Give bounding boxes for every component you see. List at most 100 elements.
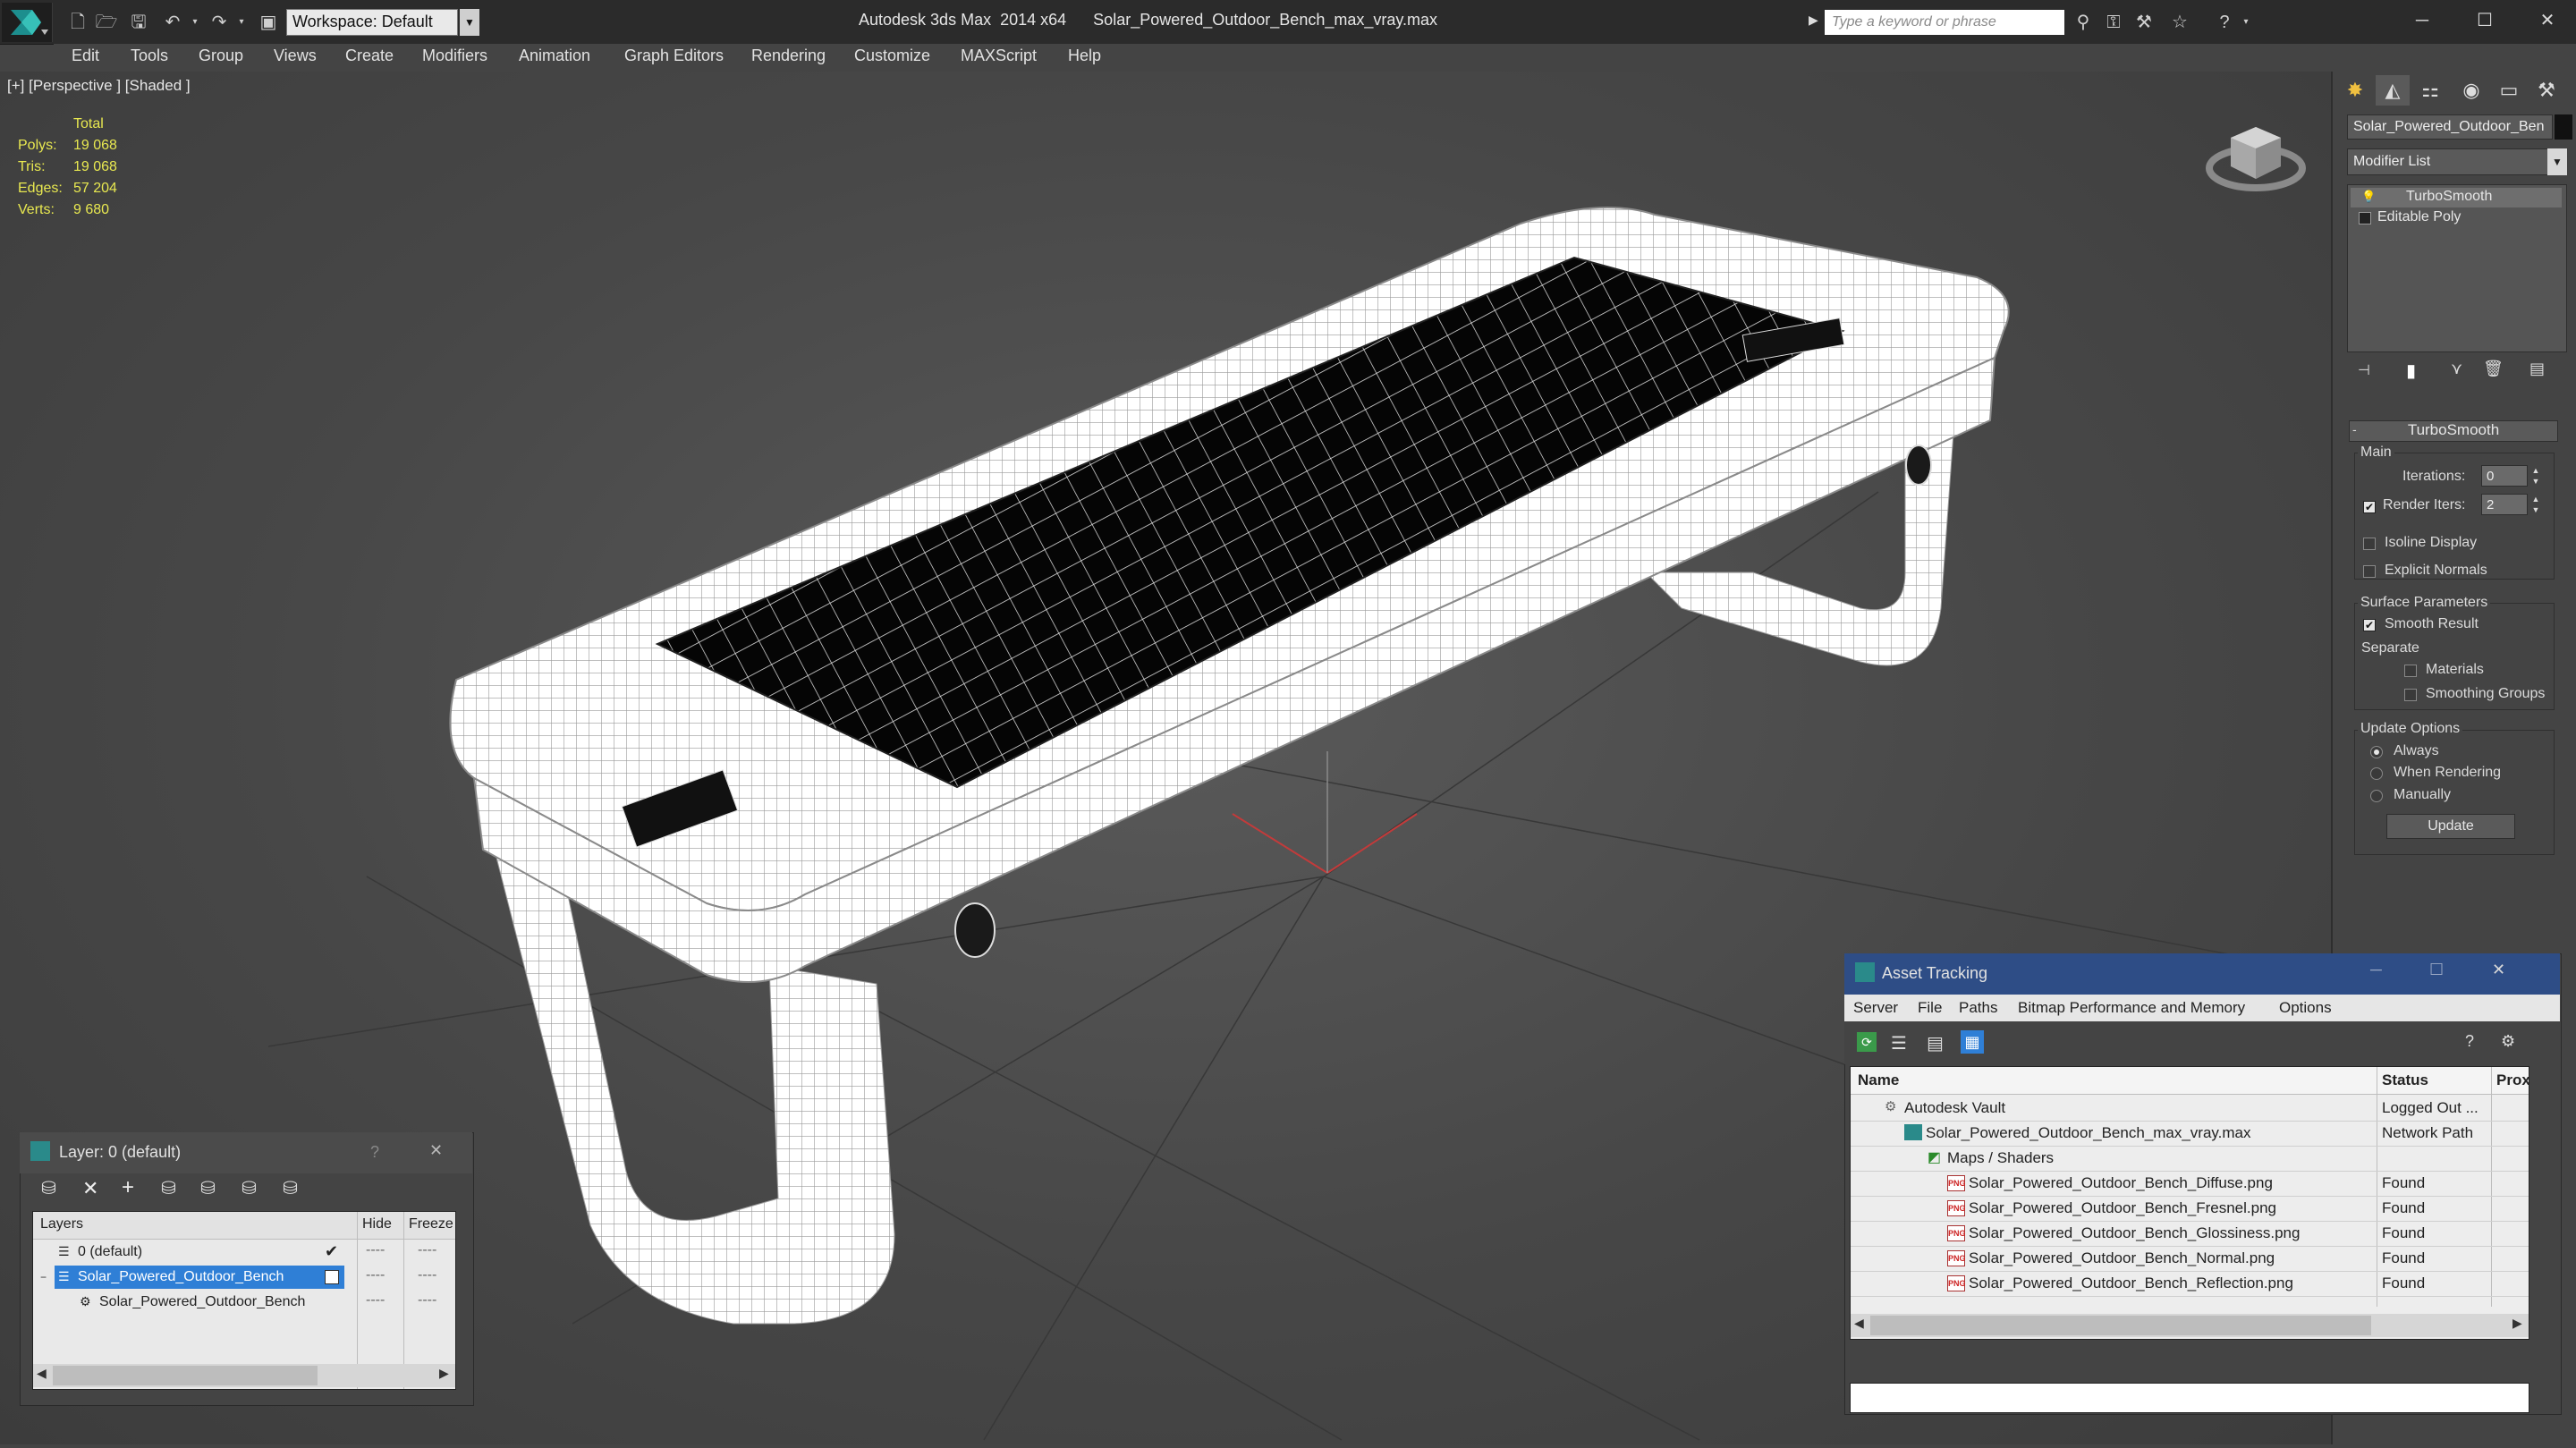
communication-center-icon[interactable]: ⚒ <box>2132 11 2156 34</box>
asset-path-field[interactable] <box>1850 1383 2529 1413</box>
menu-customize[interactable]: Customize <box>854 47 930 65</box>
menu-group[interactable]: Group <box>199 47 243 65</box>
key-icon[interactable]: ⚿ <box>2102 11 2125 34</box>
expand-toggle-icon[interactable] <box>2359 212 2371 224</box>
modifier-list-dropdown[interactable]: Modifier List <box>2347 148 2549 175</box>
col-layers[interactable]: Layers <box>40 1216 83 1232</box>
menu-help[interactable]: Help <box>1068 47 1101 65</box>
show-end-result-icon[interactable]: ▮ <box>2406 360 2416 382</box>
hide-toggle[interactable]: ---- <box>366 1292 385 1308</box>
viewport-label[interactable]: [+] [Perspective ] [Shaded ] <box>7 77 191 95</box>
maximize-icon[interactable]: ☐ <box>2429 961 2444 979</box>
stack-item-editable-poly[interactable]: Editable Poly <box>2377 209 2461 225</box>
delete-layer-icon[interactable]: ✕ <box>82 1177 98 1200</box>
workspace-dropdown[interactable]: Workspace: Default <box>286 9 458 36</box>
menu-modifiers[interactable]: Modifiers <box>422 47 487 65</box>
save-file-icon[interactable]: 🖫 <box>127 11 150 34</box>
add-to-layer-icon[interactable]: + <box>122 1175 134 1200</box>
freeze-all-layers-icon[interactable]: ⛁ <box>283 1177 298 1199</box>
scrollbar-thumb[interactable] <box>1870 1316 2371 1335</box>
layer-row[interactable]: ☰ 0 (default) ✔ ---- ---- <box>33 1241 455 1266</box>
asset-row-maps[interactable]: ◩ Maps / Shaders <box>1851 1146 2529 1172</box>
asset-row-file[interactable]: PNG Solar_Powered_Outdoor_Bench_Normal.p… <box>1851 1246 2529 1272</box>
asset-row-max-file[interactable]: Solar_Powered_Outdoor_Bench_max_vray.max… <box>1851 1121 2529 1147</box>
iterations-spinner[interactable]: 0 <box>2481 465 2528 487</box>
current-layer-check-icon[interactable]: ✔ <box>325 1242 338 1261</box>
search-input[interactable]: Type a keyword or phrase <box>1825 10 2064 35</box>
separate-materials-checkbox[interactable] <box>2404 665 2417 677</box>
scrollbar-thumb[interactable] <box>53 1366 318 1385</box>
col-proxy[interactable]: Prox <box>2496 1071 2529 1089</box>
select-in-layer-icon[interactable]: ⛁ <box>161 1177 176 1199</box>
asset-menu-paths[interactable]: Paths <box>1959 999 1997 1017</box>
hierarchy-tab-icon[interactable]: ⚏ <box>2413 75 2447 106</box>
render-iters-checkbox[interactable]: ✔ <box>2363 501 2376 513</box>
help-icon[interactable]: ? <box>2465 1032 2474 1051</box>
layer-dialog-help-icon[interactable]: ? <box>370 1143 379 1162</box>
make-unique-icon[interactable]: ⋎ <box>2451 360 2462 378</box>
modify-tab-icon[interactable]: ◭ <box>2376 75 2410 106</box>
asset-menu-options[interactable]: Options <box>2279 999 2332 1017</box>
scroll-right-icon[interactable]: ▶ <box>439 1366 449 1381</box>
turbosmooth-rollout-header[interactable]: TurboSmooth <box>2349 420 2558 442</box>
col-status[interactable]: Status <box>2382 1071 2428 1089</box>
configure-modifier-sets-icon[interactable]: ▤ <box>2529 360 2545 378</box>
menu-graph-editors[interactable]: Graph Editors <box>624 47 724 65</box>
freeze-toggle[interactable]: ---- <box>418 1242 436 1258</box>
refresh-icon[interactable]: ⟳ <box>1857 1032 1877 1052</box>
help-icon[interactable]: ? <box>2213 11 2236 34</box>
new-file-icon[interactable]: 🗋 <box>66 11 89 34</box>
asset-row-file[interactable]: PNG Solar_Powered_Outdoor_Bench_Reflecti… <box>1851 1271 2529 1297</box>
hide-toggle[interactable]: ---- <box>366 1267 385 1283</box>
smooth-result-checkbox[interactable]: ✔ <box>2363 619 2376 631</box>
layer-object-row[interactable]: ⚙ Solar_Powered_Outdoor_Bench ---- ---- <box>33 1291 455 1316</box>
explicit-normals-checkbox[interactable] <box>2363 565 2376 578</box>
scroll-left-icon[interactable]: ◀ <box>1854 1316 1864 1331</box>
app-menu-button[interactable] <box>2 3 53 42</box>
asset-row-file[interactable]: PNG Solar_Powered_Outdoor_Bench_Diffuse.… <box>1851 1171 2529 1197</box>
redo-dropdown-icon[interactable]: ▾ <box>230 11 253 34</box>
hide-all-layers-icon[interactable]: ⛁ <box>242 1177 257 1199</box>
hide-toggle[interactable]: ---- <box>366 1242 385 1258</box>
list-view-icon[interactable]: ☰ <box>1891 1032 1907 1054</box>
separate-smoothing-groups-checkbox[interactable] <box>2404 689 2417 701</box>
minimize-icon[interactable]: ─ <box>2404 7 2440 34</box>
pin-stack-icon[interactable]: ⊣ <box>2358 361 2370 379</box>
undo-dropdown-icon[interactable]: ▾ <box>183 11 207 34</box>
chevron-down-icon[interactable]: ▼ <box>460 9 479 36</box>
object-color-swatch[interactable] <box>2555 114 2572 140</box>
layer-row-selected[interactable]: − ☰ Solar_Powered_Outdoor_Bench ---- ---… <box>33 1266 455 1291</box>
create-tab-icon[interactable]: ✸ <box>2338 75 2372 106</box>
viewcube-icon[interactable] <box>2204 111 2308 200</box>
chevron-down-icon[interactable]: ▼ <box>2547 148 2567 175</box>
set-current-checkbox[interactable] <box>325 1270 339 1284</box>
table-view-icon[interactable]: ▦ <box>1961 1030 1984 1054</box>
scroll-left-icon[interactable]: ◀ <box>37 1366 47 1381</box>
maximize-icon[interactable]: ☐ <box>2467 7 2503 34</box>
col-hide[interactable]: Hide <box>362 1216 392 1232</box>
collapse-icon[interactable]: - <box>2352 422 2357 436</box>
detail-view-icon[interactable]: ▤ <box>1927 1032 1944 1054</box>
scroll-right-icon[interactable]: ▶ <box>2512 1316 2522 1331</box>
spinner-arrows-icon[interactable]: ▲ ▼ <box>2529 494 2542 515</box>
binoculars-icon[interactable]: ⚲ <box>2072 11 2095 34</box>
menu-animation[interactable]: Animation <box>519 47 590 65</box>
asset-row-file[interactable]: PNG Solar_Powered_Outdoor_Bench_Fresnel.… <box>1851 1196 2529 1222</box>
expand-icon[interactable]: − <box>40 1271 47 1283</box>
utilities-tab-icon[interactable]: ⚒ <box>2529 75 2563 106</box>
object-name-field[interactable]: Solar_Powered_Outdoor_Ben <box>2347 114 2553 140</box>
asset-row-file[interactable]: PNG Solar_Powered_Outdoor_Bench_Glossine… <box>1851 1221 2529 1247</box>
help-dropdown-icon[interactable]: ▾ <box>2234 11 2258 34</box>
asset-menu-file[interactable]: File <box>1918 999 1942 1017</box>
isoline-display-checkbox[interactable] <box>2363 538 2376 550</box>
asset-menu-bitmap-performance[interactable]: Bitmap Performance and Memory <box>2018 999 2245 1017</box>
menu-maxscript[interactable]: MAXScript <box>961 47 1037 65</box>
settings-icon[interactable]: ⚙ <box>2501 1032 2515 1051</box>
display-tab-icon[interactable]: ▭ <box>2492 75 2526 106</box>
redo-icon[interactable]: ↷ <box>208 11 231 34</box>
close-icon[interactable]: ✕ <box>2492 961 2505 979</box>
motion-tab-icon[interactable]: ◉ <box>2454 75 2488 106</box>
freeze-toggle[interactable]: ---- <box>418 1292 436 1308</box>
col-name[interactable]: Name <box>1858 1071 1899 1089</box>
col-freeze[interactable]: Freeze <box>409 1216 453 1232</box>
